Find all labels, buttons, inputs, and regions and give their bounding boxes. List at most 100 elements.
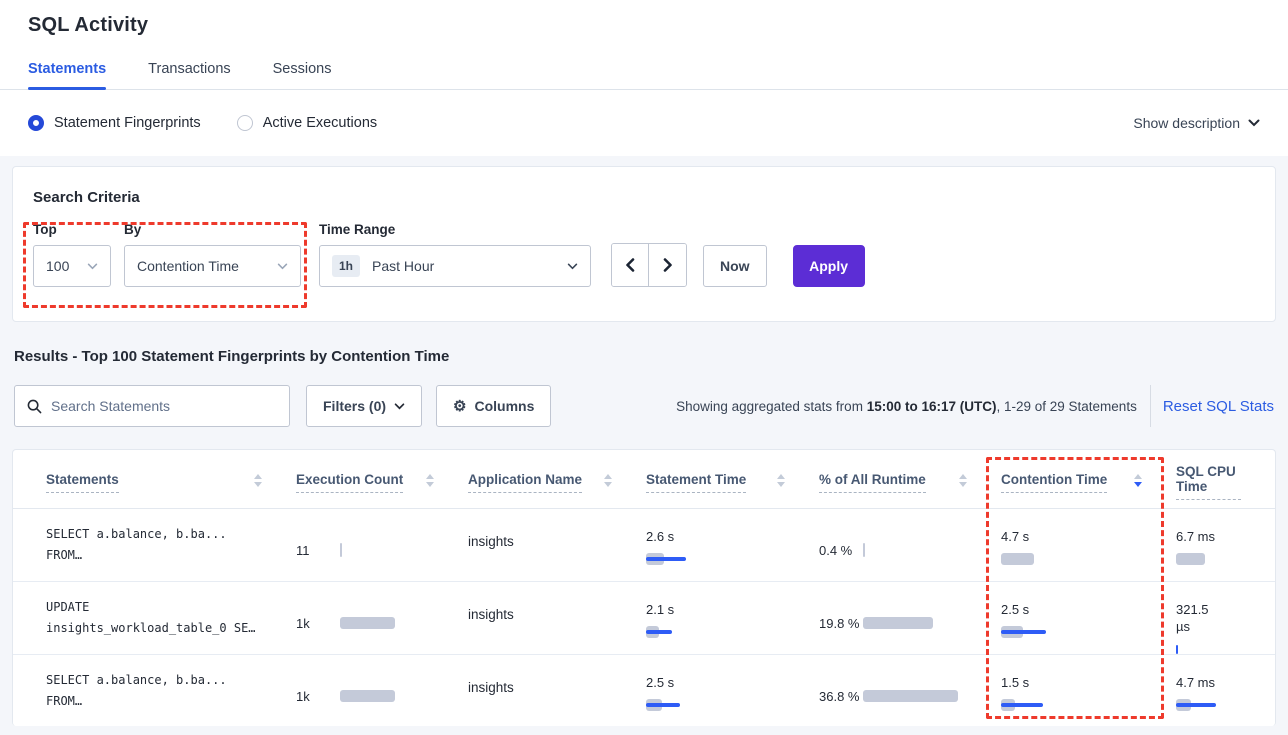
view-mode-bar: Statement Fingerprints Active Executions…	[0, 90, 1288, 156]
sql-cpu-time-cell: 321.5 µs	[1176, 582, 1275, 654]
application-name-cell: insights	[468, 509, 646, 581]
reset-sql-stats-link[interactable]: Reset SQL Stats	[1163, 398, 1276, 415]
prev-time-button[interactable]	[612, 244, 649, 286]
sql-cpu-time-cell: 4.7 ms	[1176, 655, 1275, 726]
chevron-down-icon	[1248, 119, 1260, 127]
page-title: SQL Activity	[28, 14, 1260, 37]
table-row[interactable]: SELECT a.balance, b.ba...FROM… 1k insigh…	[13, 655, 1275, 726]
sql-cpu-time-bar	[1176, 642, 1249, 654]
toolbar-divider	[1150, 385, 1151, 427]
chevron-right-icon	[663, 258, 673, 272]
show-description-toggle[interactable]: Show description	[1133, 115, 1260, 131]
results-heading: Results - Top 100 Statement Fingerprints…	[14, 348, 1274, 365]
table-row[interactable]: SELECT a.balance, b.ba...FROM… 11 insigh…	[13, 509, 1275, 582]
pct-all-runtime-bar	[863, 543, 975, 557]
statement-link[interactable]: SELECT a.balance, b.ba...FROM…	[46, 524, 270, 566]
statement-time-cell: 2.6 s	[646, 509, 819, 581]
by-select[interactable]: Contention Time	[124, 245, 301, 287]
search-statements-input[interactable]	[51, 398, 277, 414]
contention-time-cell: 1.5 s	[1001, 655, 1176, 726]
chevron-down-icon	[87, 263, 98, 270]
gear-icon: ⚙	[453, 399, 466, 414]
column-header-pct-all-runtime[interactable]: % of All Runtime	[819, 450, 1001, 508]
chevron-down-icon	[394, 403, 405, 410]
statement-time-bar	[646, 698, 793, 726]
results-toolbar: Filters (0) ⚙ Columns Showing aggregated…	[14, 385, 1276, 427]
statement-time-cell: 2.1 s	[646, 582, 819, 654]
column-header-execution-count[interactable]: Execution Count	[296, 450, 468, 508]
column-header-statements[interactable]: Statements	[46, 450, 296, 508]
top-label: Top	[33, 222, 124, 237]
sql-cpu-time-cell: 6.7 ms	[1176, 509, 1275, 581]
tab-bar: Statements Transactions Sessions	[28, 61, 1260, 89]
radio-statement-fingerprints[interactable]: Statement Fingerprints	[28, 115, 201, 131]
pct-all-runtime-bar	[863, 689, 975, 703]
chevron-down-icon	[277, 263, 288, 270]
column-header-contention-time[interactable]: Contention Time	[1001, 450, 1176, 508]
statement-cell: SELECT a.balance, b.ba...FROM…	[46, 509, 296, 581]
sort-icon	[426, 474, 434, 487]
contention-time-cell: 2.5 s	[1001, 582, 1176, 654]
statement-time-bar	[646, 625, 793, 654]
contention-time-bar	[1001, 698, 1150, 726]
pct-all-runtime-bar	[863, 616, 975, 630]
column-header-statement-time[interactable]: Statement Time	[646, 450, 819, 508]
top-field: Top 100	[33, 222, 124, 287]
time-range-field: Time Range 1h Past Hour	[319, 222, 611, 287]
time-range-select[interactable]: 1h Past Hour	[319, 245, 591, 287]
pct-all-runtime-cell: 0.4 %	[819, 509, 1001, 581]
tab-transactions[interactable]: Transactions	[148, 61, 230, 89]
sql-cpu-time-bar	[1176, 552, 1249, 581]
search-statements-box[interactable]	[14, 385, 290, 427]
by-field: By Contention Time	[124, 222, 301, 287]
sort-desc-icon	[1134, 474, 1142, 487]
radio-active-executions[interactable]: Active Executions	[237, 115, 377, 131]
statement-time-cell: 2.5 s	[646, 655, 819, 726]
now-button[interactable]: Now	[703, 245, 767, 287]
by-label: By	[124, 222, 301, 237]
time-pager	[611, 243, 687, 287]
pct-all-runtime-cell: 19.8 %	[819, 582, 1001, 654]
radio-selected-icon	[28, 115, 44, 131]
search-criteria-card: Search Criteria Top 100 By Contention Ti…	[12, 166, 1276, 322]
statement-cell: SELECT a.balance, b.ba...FROM…	[46, 655, 296, 726]
search-icon	[27, 399, 42, 414]
chevron-down-icon	[567, 263, 578, 270]
execution-count-bar	[340, 616, 442, 630]
execution-count-bar	[340, 543, 442, 557]
statement-link[interactable]: UPDATEinsights_workload_table_0 SE…	[46, 597, 270, 639]
top-select[interactable]: 100	[33, 245, 111, 287]
sort-icon	[959, 474, 967, 487]
application-name-cell: insights	[468, 582, 646, 654]
time-range-label: Time Range	[319, 222, 611, 237]
showing-stats-text: Showing aggregated stats from 15:00 to 1…	[676, 399, 1137, 414]
column-header-sql-cpu-time[interactable]: SQL CPU Time	[1176, 450, 1275, 508]
tab-statements[interactable]: Statements	[28, 61, 106, 89]
execution-count-cell: 1k	[296, 582, 468, 654]
execution-count-cell: 11	[296, 509, 468, 581]
statements-table-card: Statements Execution Count Application N…	[12, 449, 1276, 726]
execution-count-cell: 1k	[296, 655, 468, 726]
sort-icon	[777, 474, 785, 487]
tab-sessions[interactable]: Sessions	[273, 61, 332, 89]
time-range-badge: 1h	[332, 255, 360, 277]
application-name-cell: insights	[468, 655, 646, 726]
sql-cpu-time-bar	[1176, 698, 1249, 726]
statement-cell: UPDATEinsights_workload_table_0 SE…	[46, 582, 296, 654]
apply-button[interactable]: Apply	[793, 245, 865, 287]
statement-time-bar	[646, 552, 793, 581]
next-time-button[interactable]	[649, 244, 686, 286]
execution-count-bar	[340, 689, 442, 703]
search-criteria-heading: Search Criteria	[33, 189, 1255, 206]
filters-button[interactable]: Filters (0)	[306, 385, 422, 427]
contention-time-cell: 4.7 s	[1001, 509, 1176, 581]
page-header: SQL Activity Statements Transactions Ses…	[0, 0, 1288, 90]
contention-time-bar	[1001, 552, 1150, 581]
sort-icon	[604, 474, 612, 487]
columns-button[interactable]: ⚙ Columns	[436, 385, 551, 427]
column-header-application-name[interactable]: Application Name	[468, 450, 646, 508]
table-row[interactable]: UPDATEinsights_workload_table_0 SE… 1k i…	[13, 582, 1275, 655]
sql-activity-page: SQL Activity Statements Transactions Ses…	[0, 0, 1288, 735]
pct-all-runtime-cell: 36.8 %	[819, 655, 1001, 726]
statement-link[interactable]: SELECT a.balance, b.ba...FROM…	[46, 670, 270, 712]
